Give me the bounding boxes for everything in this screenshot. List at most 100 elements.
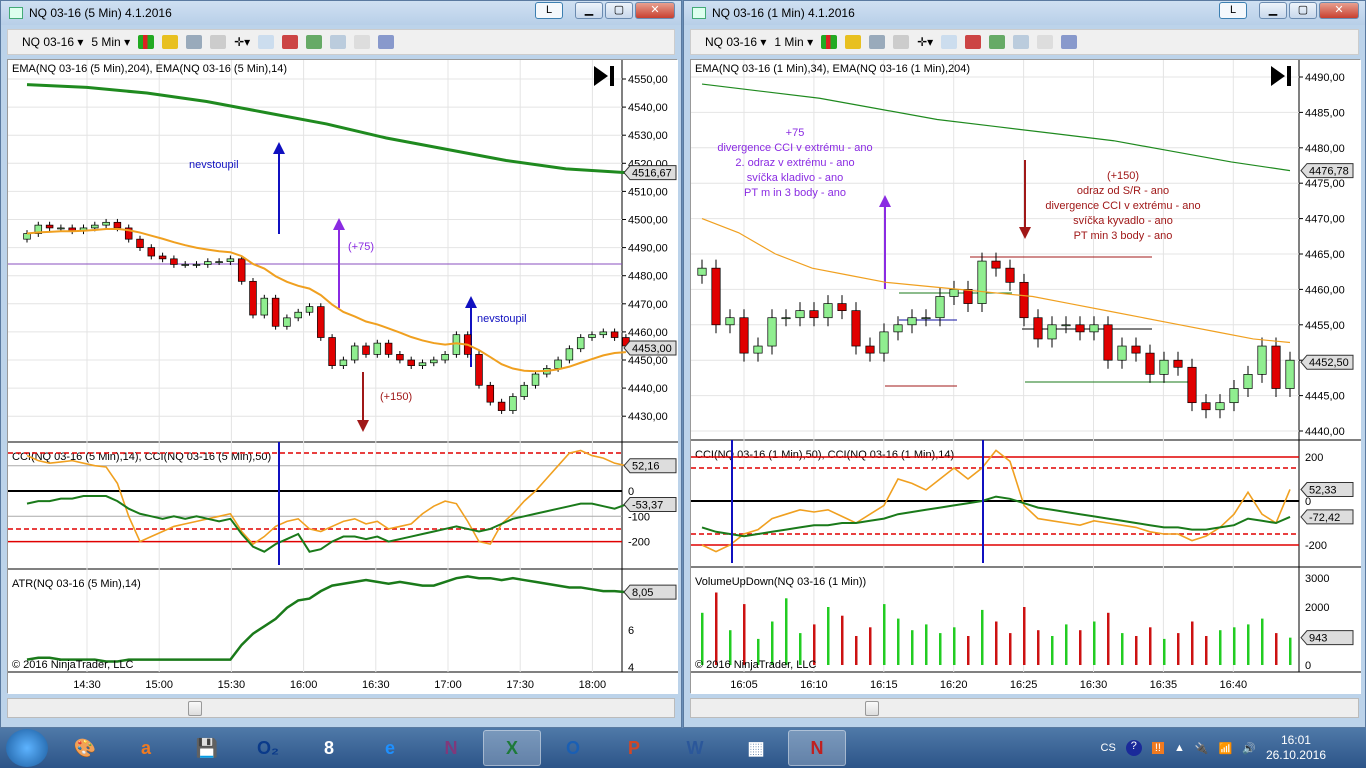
crosshair-icon[interactable]: ✛▾ [234, 35, 250, 49]
annotation-short-3: svíčka kyvadlo - ano [1073, 215, 1173, 227]
taskbar-app-avast[interactable]: a [117, 730, 175, 766]
horizontal-scrollbar[interactable] [7, 698, 675, 718]
taskbar-app-internet-explorer[interactable]: e [361, 730, 419, 766]
candle-up [520, 384, 528, 397]
chart-area[interactable]: 16:05 16:10 16:15 16:20 16:25 16:30 16:35 16:40… [690, 59, 1361, 694]
price-tick-label: 4440,00 [628, 383, 668, 395]
taskbar-app-powerpoint[interactable]: P [605, 730, 663, 766]
scrollbar-thumb[interactable] [188, 701, 202, 716]
window-title: NQ 03-16 (5 Min) 4.1.2016 [29, 6, 172, 20]
close-button[interactable]: ✕ [635, 2, 675, 19]
pencil-icon[interactable] [162, 35, 179, 49]
interval-selector[interactable]: 1 Min ▾ [774, 35, 813, 49]
link-button[interactable]: L [535, 2, 563, 19]
zoom-out-icon[interactable] [210, 35, 227, 49]
zoom-in-icon[interactable] [869, 35, 886, 49]
lower-panel-label: VolumeUpDown(NQ 03-16 (1 Min)) [695, 576, 866, 588]
atr-value-label: 8,05 [632, 587, 653, 599]
price-tick-label: 4485,00 [1305, 107, 1345, 119]
taskbar-app-o2[interactable]: O₂ [239, 730, 297, 766]
zoom-in-icon[interactable] [186, 35, 203, 49]
time-tick-label: 16:40 [1220, 679, 1248, 691]
volume-tick-label: 3000 [1305, 573, 1329, 585]
network-icon[interactable]: 📶 [1219, 742, 1233, 755]
candle-up [1159, 359, 1169, 375]
minimize-button[interactable]: ▁ [575, 2, 603, 19]
show-hidden-icons[interactable]: ▲ [1174, 742, 1185, 754]
instrument-selector[interactable]: NQ 03-16 ▾ [705, 35, 766, 49]
volume-bar-up [1163, 638, 1166, 665]
chart-style-icon[interactable] [1013, 35, 1030, 49]
right-chart-svg[interactable]: 16:05 16:10 16:15 16:20 16:25 16:30 16:35 16:40… [691, 60, 1361, 694]
strategies-icon[interactable] [306, 35, 323, 49]
volume-icon[interactable]: 🔊 [1242, 742, 1256, 755]
volume-bar-up [1051, 636, 1054, 665]
candle-up [1089, 324, 1099, 333]
candle-up [294, 311, 302, 319]
candle-up [23, 233, 31, 240]
taskbar-app-excel[interactable]: X [483, 730, 541, 766]
properties-icon[interactable] [378, 35, 395, 49]
dollar-icon[interactable] [1037, 35, 1054, 49]
clock[interactable]: 16:01 26.10.2016 [1266, 733, 1326, 763]
maximize-button[interactable]: ▢ [605, 2, 633, 19]
candle-up [226, 258, 235, 262]
candle-down [1103, 324, 1113, 361]
volume-bar-down [869, 627, 872, 665]
taskbar-app-app8[interactable]: 8 [300, 730, 358, 766]
candle-up [531, 373, 540, 386]
maximize-button[interactable]: ▢ [1289, 2, 1317, 19]
taskbar-app-paint[interactable]: 🎨 [56, 730, 114, 766]
close-button[interactable]: ✕ [1319, 2, 1359, 19]
chart-area[interactable]: 14:30 15:00 15:30 16:00 16:30 17:00 17:30 18:00… [7, 59, 678, 694]
instrument-selector[interactable]: NQ 03-16 ▾ [22, 35, 83, 49]
word-icon: W [686, 737, 704, 758]
link-button[interactable]: L [1219, 2, 1247, 19]
help-icon[interactable]: ? [1125, 740, 1142, 756]
bar-type-icon[interactable] [821, 35, 838, 49]
volume-bar-down [1009, 633, 1012, 665]
price-panel-label: EMA(NQ 03-16 (1 Min),34), EMA(NQ 03-16 (… [695, 63, 970, 75]
candle-up [565, 348, 574, 361]
minimize-button[interactable]: ▁ [1259, 2, 1287, 19]
taskbar-app-calculator[interactable]: ▦ [727, 730, 785, 766]
language-indicator[interactable]: CS [1101, 742, 1116, 754]
properties-icon[interactable] [1061, 35, 1078, 49]
zoom-out-icon[interactable] [893, 35, 910, 49]
scroll-to-end-bar [610, 66, 614, 86]
candle-up [907, 317, 917, 326]
indicators-icon[interactable] [282, 35, 299, 49]
strategies-icon[interactable] [989, 35, 1006, 49]
bar-type-icon[interactable] [138, 35, 155, 49]
interval-selector[interactable]: 5 Min ▾ [91, 35, 130, 49]
taskbar-app-word[interactable]: W [666, 730, 724, 766]
left-chart-svg[interactable]: 14:30 15:00 15:30 16:00 16:30 17:00 17:30 18:00… [8, 60, 678, 694]
taskbar-app-outlook[interactable]: O [544, 730, 602, 766]
power-icon[interactable]: 🔌 [1195, 742, 1209, 755]
candle-down [991, 260, 1001, 269]
magnifier-icon[interactable] [941, 35, 958, 49]
indicators-icon[interactable] [965, 35, 982, 49]
time-tick-label: 16:10 [800, 679, 828, 691]
taskbar-app-onenote[interactable]: N [422, 730, 480, 766]
candle-down [271, 297, 280, 327]
scrollbar-thumb[interactable] [865, 701, 879, 716]
candle-up [823, 303, 833, 319]
candle-down [113, 221, 122, 229]
instrument-label: NQ 03-16 [22, 35, 75, 49]
taskbar-app-save[interactable]: 💾 [178, 730, 236, 766]
candle-down [1187, 366, 1197, 404]
start-button[interactable] [6, 729, 48, 767]
candle-up [893, 324, 903, 333]
taskbar-app-ninjatrader[interactable]: N [788, 730, 846, 766]
candle-up [949, 289, 959, 297]
volume-value-label: 943 [1309, 633, 1327, 645]
candle-up [1229, 388, 1239, 404]
crosshair-icon[interactable]: ✛▾ [917, 35, 933, 49]
notification-icon[interactable]: !! [1151, 742, 1164, 754]
pencil-icon[interactable] [845, 35, 862, 49]
magnifier-icon[interactable] [258, 35, 275, 49]
dollar-icon[interactable] [354, 35, 371, 49]
horizontal-scrollbar[interactable] [690, 698, 1359, 718]
chart-style-icon[interactable] [330, 35, 347, 49]
